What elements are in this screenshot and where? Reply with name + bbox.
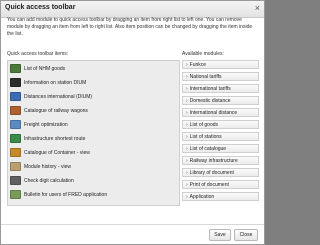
toolbar-item[interactable]: List of NHM goods <box>10 63 65 74</box>
toolbar-item-label: Bulletin for users of FRED application <box>24 191 108 198</box>
available-modules-list[interactable]: › Funkce › National tariffs › International… <box>182 60 259 209</box>
container-icon <box>10 148 21 157</box>
chevron-right-icon: › <box>186 109 188 116</box>
dialog-title: Quick access toolbar <box>5 4 76 11</box>
dialog-description: You can add module to quick access toolb… <box>7 17 253 37</box>
wagon-icon <box>10 106 21 115</box>
toolbar-item-label: Catalogue of railway wagons <box>24 107 88 114</box>
toolbar-item[interactable]: Module history - view <box>10 161 71 172</box>
chevron-right-icon: › <box>186 97 188 104</box>
optimization-icon <box>10 120 21 129</box>
goods-icon <box>10 64 21 73</box>
module-item[interactable]: › Application <box>182 192 259 201</box>
station-icon <box>10 78 21 87</box>
module-item[interactable]: › Funkce <box>182 60 259 69</box>
chevron-right-icon: › <box>186 193 188 200</box>
module-item[interactable]: › List of stations <box>182 132 259 141</box>
toolbar-item-label: Information on station DIUM <box>24 79 87 86</box>
toolbar-item[interactable]: Bulletin for users of FRED application <box>10 189 107 200</box>
toolbar-item-label: Freight optimization <box>24 121 68 128</box>
module-item[interactable]: › List of catalogue <box>182 144 259 153</box>
quick-access-dialog: Quick access toolbar × You can add modul… <box>0 0 265 245</box>
chevron-right-icon: › <box>186 181 188 188</box>
module-item[interactable]: › National tariffs <box>182 72 259 81</box>
chevron-right-icon: › <box>186 133 188 140</box>
module-item[interactable]: › Print of document <box>182 180 259 189</box>
toolbar-item[interactable]: Check digit calculation <box>10 175 74 186</box>
left-list-label: Quick access toolbar items: <box>7 51 69 57</box>
dialog-titlebar[interactable]: Quick access toolbar × <box>1 1 264 18</box>
toolbar-item-label: Infrastructure shortest route <box>24 135 86 142</box>
module-label: Domestic distance <box>189 97 231 104</box>
bulletin-icon <box>10 190 21 199</box>
module-label: List of stations <box>189 133 222 140</box>
route-icon <box>10 134 21 143</box>
toolbar-item[interactable]: Catalogue of Container - view <box>10 147 90 158</box>
module-label: Funkce <box>189 61 207 68</box>
toolbar-items-list[interactable]: List of NHM goods Information on station… <box>7 60 180 206</box>
close-button[interactable]: Close <box>234 229 258 241</box>
save-button[interactable]: Save <box>209 229 231 241</box>
module-label: Application <box>189 193 215 200</box>
toolbar-item-label: Catalogue of Container - view <box>24 149 90 156</box>
module-item[interactable]: › International tariffs <box>182 84 259 93</box>
chevron-right-icon: › <box>186 85 188 92</box>
chevron-right-icon: › <box>186 157 188 164</box>
chevron-right-icon: › <box>186 121 188 128</box>
module-label: List of goods <box>189 121 219 128</box>
toolbar-item[interactable]: Infrastructure shortest route <box>10 133 85 144</box>
toolbar-item[interactable]: Distances international (DIUM) <box>10 91 92 102</box>
close-icon[interactable]: × <box>255 3 260 13</box>
module-label: Railway infrastructure <box>189 157 238 164</box>
footer-divider <box>1 224 264 225</box>
toolbar-item-label: Module history - view <box>24 163 71 170</box>
module-item[interactable]: › Library of document <box>182 168 259 177</box>
module-label: International distance <box>189 109 238 116</box>
calculator-icon <box>10 176 21 185</box>
chevron-right-icon: › <box>186 61 188 68</box>
toolbar-item[interactable]: Catalogue of railway wagons <box>10 105 88 116</box>
module-label: National tariffs <box>189 73 222 80</box>
module-label: International tariffs <box>189 85 231 92</box>
chevron-right-icon: › <box>186 145 188 152</box>
module-item[interactable]: › Railway infrastructure <box>182 156 259 165</box>
distance-icon <box>10 92 21 101</box>
toolbar-item-label: Check digit calculation <box>24 177 74 184</box>
module-item[interactable]: › List of goods <box>182 120 259 129</box>
chevron-right-icon: › <box>186 73 188 80</box>
module-item[interactable]: › International distance <box>182 108 259 117</box>
history-icon <box>10 162 21 171</box>
toolbar-item-label: Distances international (DIUM) <box>24 93 93 100</box>
toolbar-item[interactable]: Information on station DIUM <box>10 77 86 88</box>
toolbar-item[interactable]: Freight optimization <box>10 119 68 130</box>
toolbar-item-label: List of NHM goods <box>24 65 66 72</box>
module-item[interactable]: › Domestic distance <box>182 96 259 105</box>
right-list-label: Available modules: <box>182 51 224 57</box>
module-label: Print of document <box>189 181 229 188</box>
module-label: List of catalogue <box>189 145 227 152</box>
chevron-right-icon: › <box>186 169 188 176</box>
module-label: Library of document <box>189 169 234 176</box>
